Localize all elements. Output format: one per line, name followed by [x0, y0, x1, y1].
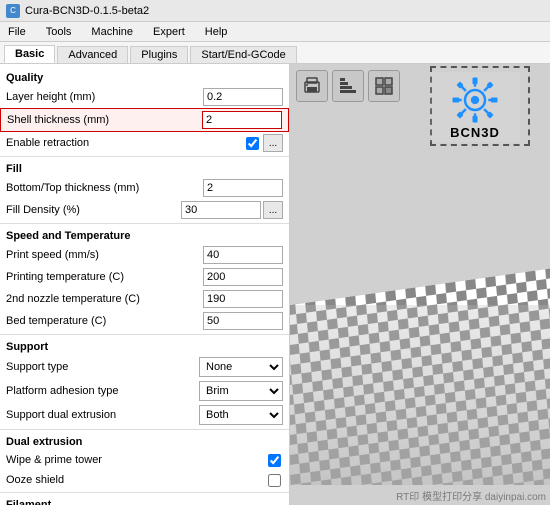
retraction-dots-button[interactable]: ...	[263, 134, 283, 152]
tab-advanced[interactable]: Advanced	[57, 46, 128, 63]
bed-temp-label: Bed temperature (C)	[6, 315, 203, 327]
printing-temp-label: Printing temperature (C)	[6, 271, 203, 283]
title-bar: C Cura-BCN3D-0.1.5-beta2	[0, 0, 550, 22]
menu-help[interactable]: Help	[201, 24, 232, 40]
quality-header: Quality	[0, 68, 289, 86]
print-speed-row: Print speed (mm/s)	[0, 244, 289, 266]
view-icon[interactable]	[368, 70, 400, 102]
nozzle2-temp-label: 2nd nozzle temperature (C)	[6, 293, 203, 305]
wipe-prime-row: Wipe & prime tower	[0, 450, 289, 470]
dual-extrusion-header: Dual extrusion	[0, 432, 289, 450]
bed-temp-row: Bed temperature (C)	[0, 310, 289, 332]
tab-startend[interactable]: Start/End-GCode	[190, 46, 296, 63]
nozzle2-temp-row: 2nd nozzle temperature (C)	[0, 288, 289, 310]
wipe-prime-label: Wipe & prime tower	[6, 454, 268, 466]
window-title: Cura-BCN3D-0.1.5-beta2	[25, 5, 149, 17]
wipe-prime-checkbox[interactable]	[268, 454, 281, 467]
support-type-dropdown[interactable]: None Touching buildplate Everywhere	[199, 357, 283, 377]
support-header: Support	[0, 337, 289, 355]
enable-retraction-row: Enable retraction ...	[0, 132, 289, 154]
print-icon[interactable]	[296, 70, 328, 102]
menu-expert[interactable]: Expert	[149, 24, 189, 40]
speed-temp-header: Speed and Temperature	[0, 226, 289, 244]
fill-density-row: Fill Density (%) ...	[0, 199, 289, 221]
tab-basic[interactable]: Basic	[4, 45, 55, 63]
tab-plugins[interactable]: Plugins	[130, 46, 188, 63]
layer-height-row: Layer height (mm)	[0, 86, 289, 108]
menu-bar: File Tools Machine Expert Help	[0, 22, 550, 42]
ooze-shield-label: Ooze shield	[6, 474, 268, 486]
fill-density-label: Fill Density (%)	[6, 204, 181, 216]
ooze-shield-checkbox[interactable]	[268, 474, 281, 487]
bottom-top-thickness-input[interactable]	[203, 179, 283, 197]
3d-checkerboard	[290, 245, 550, 485]
nozzle2-temp-input[interactable]	[203, 290, 283, 308]
main-content: Quality Layer height (mm) Shell thicknes…	[0, 64, 550, 505]
fill-density-dots-button[interactable]: ...	[263, 201, 283, 219]
ooze-shield-row: Ooze shield	[0, 470, 289, 490]
bottom-top-thickness-label: Bottom/Top thickness (mm)	[6, 182, 203, 194]
menu-tools[interactable]: Tools	[42, 24, 76, 40]
watermark: RT印 模型打印分享 daiyinpai.com	[396, 488, 546, 503]
fill-density-input[interactable]	[181, 201, 261, 219]
support-dual-label: Support dual extrusion	[6, 409, 199, 421]
printing-temp-row: Printing temperature (C)	[0, 266, 289, 288]
gear-icon	[450, 75, 500, 125]
platform-adhesion-dropdown[interactable]: None Brim Raft	[199, 381, 283, 401]
support-dual-row: Support dual extrusion Both First extrud…	[0, 403, 289, 427]
shell-thickness-row: Shell thickness (mm)	[0, 108, 289, 132]
layer-height-label: Layer height (mm)	[6, 91, 203, 103]
support-dual-dropdown[interactable]: Both First extruder Second extruder	[199, 405, 283, 425]
settings-panel: Quality Layer height (mm) Shell thicknes…	[0, 64, 290, 505]
filament-header: Filament	[0, 495, 289, 505]
bottom-top-thickness-row: Bottom/Top thickness (mm)	[0, 177, 289, 199]
tab-bar: Basic Advanced Plugins Start/End-GCode	[0, 42, 550, 64]
view-toolbar	[296, 70, 400, 102]
platform-adhesion-label: Platform adhesion type	[6, 385, 199, 397]
layer-height-input[interactable]	[203, 88, 283, 106]
bcn3d-label: BCN3D	[450, 125, 500, 140]
bed-temp-input[interactable]	[203, 312, 283, 330]
print-speed-label: Print speed (mm/s)	[6, 249, 203, 261]
menu-file[interactable]: File	[4, 24, 30, 40]
printing-temp-input[interactable]	[203, 268, 283, 286]
enable-retraction-checkbox[interactable]	[246, 137, 259, 150]
shell-thickness-label: Shell thickness (mm)	[7, 114, 202, 126]
fill-header: Fill	[0, 159, 289, 177]
bcn3d-logo: BCN3D	[430, 72, 520, 142]
app-icon: C	[6, 4, 20, 18]
enable-retraction-label: Enable retraction	[6, 137, 246, 149]
platform-adhesion-row: Platform adhesion type None Brim Raft	[0, 379, 289, 403]
support-type-row: Support type None Touching buildplate Ev…	[0, 355, 289, 379]
shell-thickness-input[interactable]	[202, 111, 282, 129]
menu-machine[interactable]: Machine	[87, 24, 137, 40]
calibrate-icon[interactable]	[332, 70, 364, 102]
support-type-label: Support type	[6, 361, 199, 373]
print-speed-input[interactable]	[203, 246, 283, 264]
3d-view-panel: BCN3D	[290, 64, 550, 505]
